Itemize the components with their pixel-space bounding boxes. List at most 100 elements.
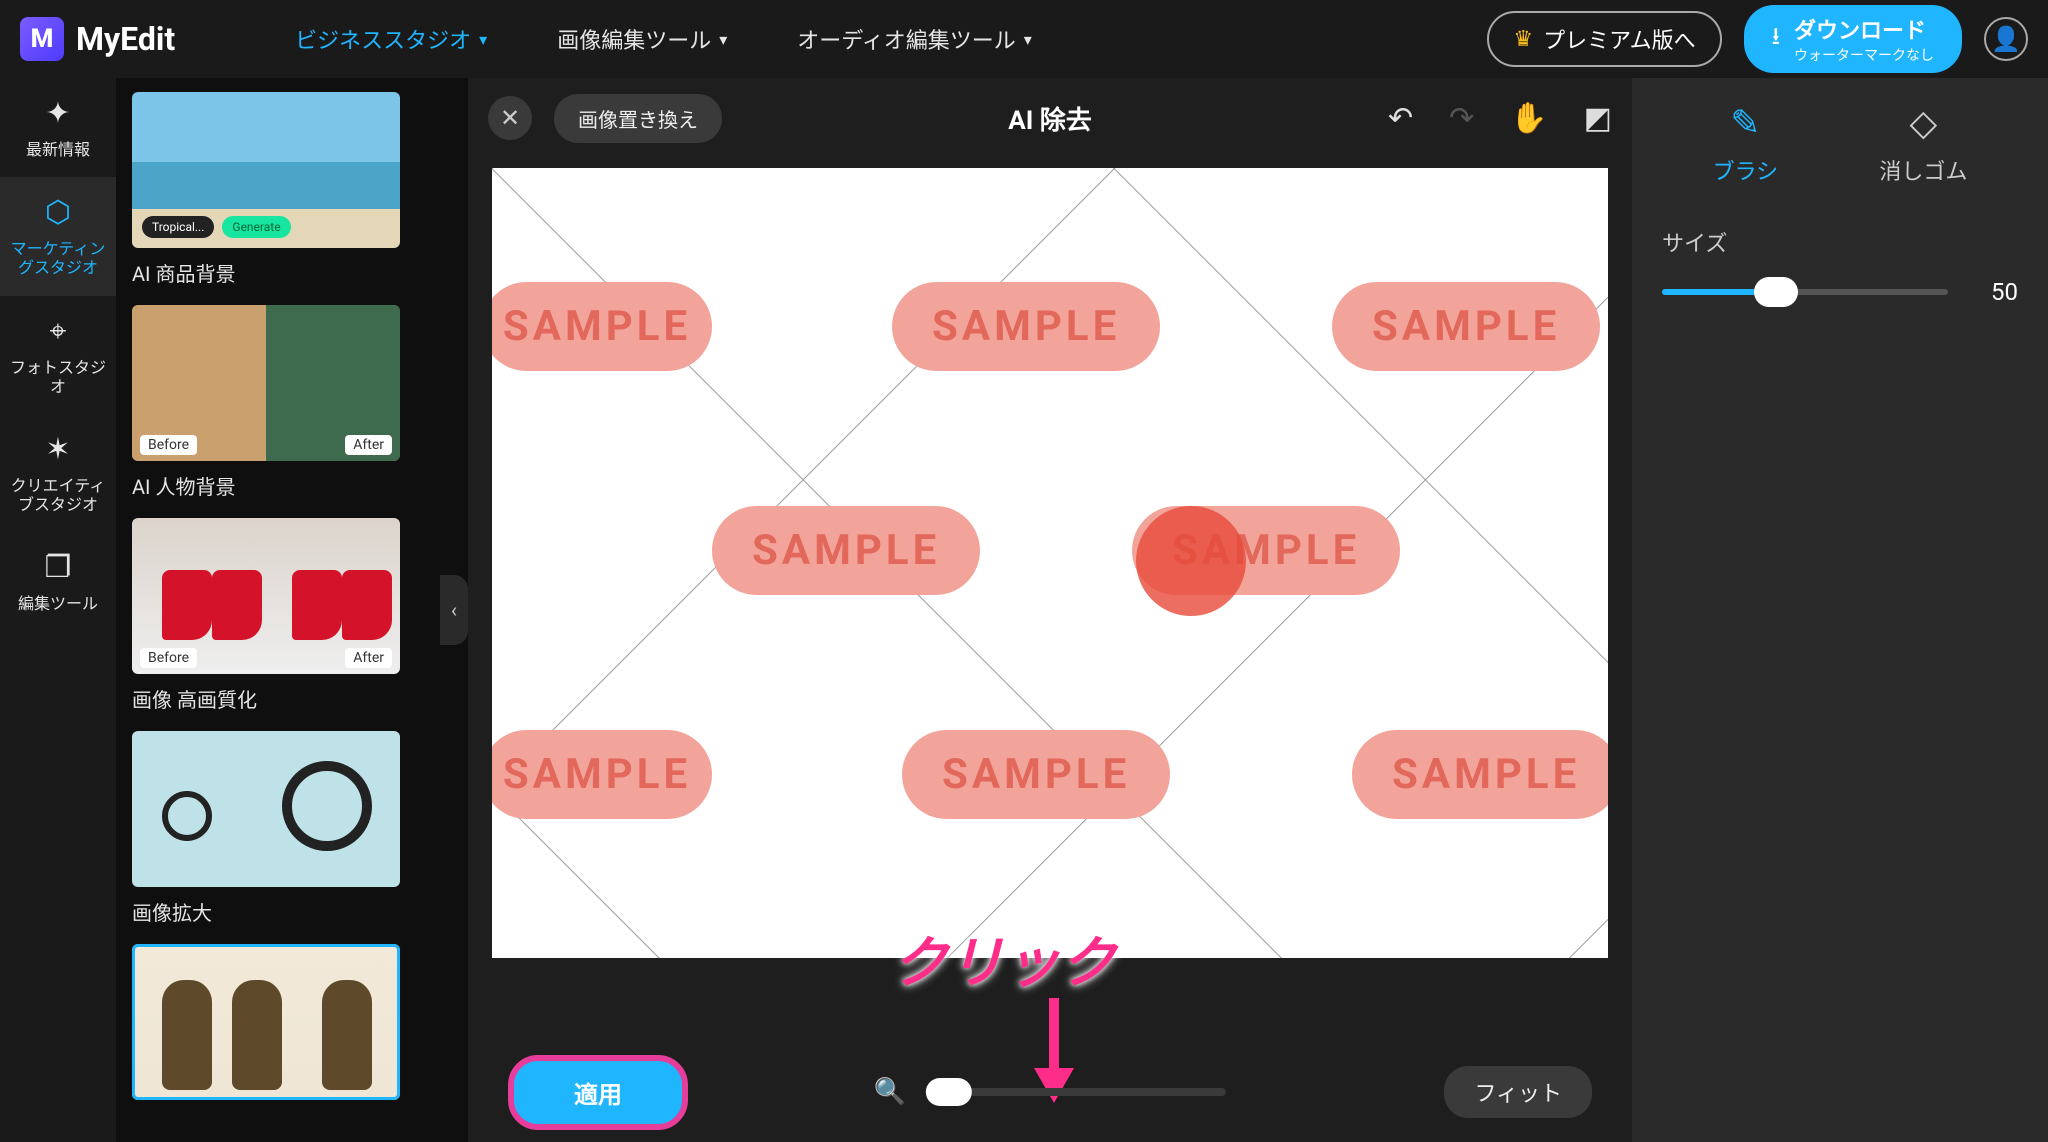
compare-button[interactable]: ◩ <box>1584 101 1612 136</box>
zoom-slider[interactable] <box>926 1088 1226 1096</box>
rail-edit-label: 編集ツール <box>18 594 98 613</box>
rail-edit-tools[interactable]: ❐ 編集ツール <box>0 532 116 631</box>
download-text: ダウンロード ウォーターマークなし <box>1794 13 1934 65</box>
zoom-controls: 🔍 <box>874 1077 1226 1107</box>
rail-creative-studio[interactable]: ✶ クリエイティブスタジオ <box>0 414 116 532</box>
body: ✦ 最新情報 ⬡ マーケティングスタジオ ⌖ フォトスタジオ ✶ クリエイティブ… <box>0 78 2048 1142</box>
brush-cursor <box>1136 506 1246 616</box>
download-button[interactable]: ⭳ ダウンロード ウォーターマークなし <box>1744 5 1962 73</box>
header: M MyEdit ビジネススタジオ ▾ 画像編集ツール ▾ オーディオ編集ツール… <box>0 0 2048 78</box>
tool-ai-remove-selected[interactable] <box>132 944 424 1100</box>
rail-news-label: 最新情報 <box>26 140 90 159</box>
premium-button[interactable]: ♛ プレミアム版へ <box>1487 11 1721 67</box>
canvas-bottom-bar: 適用 🔍 フィット <box>468 1042 1632 1142</box>
after-tag: After <box>345 435 392 455</box>
download-sub-label: ウォーターマークなし <box>1794 45 1934 65</box>
logo-mark-icon: M <box>20 17 64 61</box>
size-value: 50 <box>1978 278 2018 306</box>
brush-stroke: SAMPLE <box>712 506 980 595</box>
nav-audio-label: オーディオ編集ツール <box>797 23 1015 55</box>
image-replace-chip[interactable]: 画像置き換え <box>554 94 722 143</box>
close-button[interactable]: ✕ <box>488 96 532 140</box>
canvas[interactable]: SAMPLE SAMPLE SAMPLE SAMPLE SAMPLE SAMPL… <box>492 168 1608 958</box>
nav-image-tools[interactable]: 画像編集ツール ▾ <box>557 23 727 55</box>
rail-photo-label: フォトスタジオ <box>6 358 110 396</box>
badge-generate: Generate <box>222 216 290 238</box>
focus-icon: ⌖ <box>50 314 67 350</box>
rail-news[interactable]: ✦ 最新情報 <box>0 78 116 177</box>
brush-label: ブラシ <box>1713 154 1779 186</box>
nav-business-label: ビジネススタジオ <box>295 23 471 55</box>
sparkle-icon: ✦ <box>45 96 70 132</box>
chevron-left-icon: ‹ <box>451 598 457 622</box>
before-tag: Before <box>140 648 197 668</box>
download-icon: ⭳ <box>1772 19 1780 60</box>
eraser-mode[interactable]: ◇ 消しゴム <box>1879 102 1967 186</box>
chevron-down-icon: ▾ <box>479 30 487 49</box>
user-avatar[interactable]: 👤 <box>1984 17 2028 61</box>
eraser-icon: ◇ <box>1910 102 1938 144</box>
brush-stroke: SAMPLE <box>892 282 1160 371</box>
brush-stroke: SAMPLE <box>492 730 712 819</box>
size-slider-thumb[interactable] <box>1754 277 1798 307</box>
crown-icon: ♛ <box>1513 27 1533 52</box>
brush-mode[interactable]: ✎ ブラシ <box>1713 102 1779 186</box>
apply-button[interactable]: 適用 <box>508 1055 688 1130</box>
thumb-image: Before After <box>132 305 400 461</box>
close-icon: ✕ <box>500 104 520 132</box>
header-right: ♛ プレミアム版へ ⭳ ダウンロード ウォーターマークなし 👤 <box>1487 5 2028 73</box>
size-slider[interactable] <box>1662 289 1948 295</box>
tool-image-upscale[interactable]: Before After 画像 高画質化 <box>132 518 424 713</box>
top-nav: ビジネススタジオ ▾ 画像編集ツール ▾ オーディオ編集ツール ▾ <box>295 23 1032 55</box>
tool-image-expand[interactable]: 画像拡大 <box>132 731 424 926</box>
tool-ai-person-bg[interactable]: Before After AI 人物背景 <box>132 305 424 500</box>
zoom-slider-thumb[interactable] <box>926 1078 972 1106</box>
chevron-down-icon: ▾ <box>1024 30 1032 49</box>
brush-stroke: SAMPLE <box>1352 730 1608 819</box>
brush-stroke: SAMPLE <box>1332 282 1600 371</box>
thumb-label: 画像拡大 <box>132 897 424 926</box>
right-panel: ✎ ブラシ ◇ 消しゴム サイズ 50 <box>1632 78 2048 1142</box>
before-tag: Before <box>140 435 197 455</box>
user-icon: 👤 <box>1991 25 2021 53</box>
after-tag: After <box>345 648 392 668</box>
logo-text: MyEdit <box>76 20 175 58</box>
undo-button[interactable]: ↶ <box>1388 101 1413 136</box>
badge-tropical: Tropical... <box>142 216 214 238</box>
chevron-down-icon: ▾ <box>719 30 727 49</box>
nav-audio-tools[interactable]: オーディオ編集ツール ▾ <box>797 23 1032 55</box>
thumb-image: Before After <box>132 518 400 674</box>
layers-icon: ❐ <box>45 550 72 586</box>
brush-stroke: SAMPLE <box>492 282 712 371</box>
nav-business-studio[interactable]: ビジネススタジオ ▾ <box>295 23 487 55</box>
rail-photo-studio[interactable]: ⌖ フォトスタジオ <box>0 296 116 414</box>
tool-ai-product-bg[interactable]: Tropical... Generate AI 商品背景 <box>132 92 424 287</box>
fit-button[interactable]: フィット <box>1444 1066 1592 1118</box>
canvas-area: ✕ 画像置き換え AI 除去 ↶ ↷ ✋ ◩ <box>468 78 1632 1142</box>
thumb-label: 画像 高画質化 <box>132 684 424 713</box>
size-slider-row: 50 <box>1662 278 2018 306</box>
premium-label: プレミアム版へ <box>1543 23 1695 55</box>
tool-thumbnail-panel: Tropical... Generate AI 商品背景 Before Afte… <box>116 78 440 1142</box>
canvas-title: AI 除去 <box>1008 100 1092 137</box>
star-icon: ✶ <box>45 432 70 468</box>
left-rail: ✦ 最新情報 ⬡ マーケティングスタジオ ⌖ フォトスタジオ ✶ クリエイティブ… <box>0 78 116 1142</box>
thumb-image <box>132 731 400 887</box>
logo[interactable]: M MyEdit <box>20 17 175 61</box>
hand-tool-button[interactable]: ✋ <box>1510 101 1547 136</box>
nav-image-label: 画像編集ツール <box>557 23 711 55</box>
canvas-viewport[interactable]: SAMPLE SAMPLE SAMPLE SAMPLE SAMPLE SAMPL… <box>468 158 1632 1042</box>
search-icon[interactable]: 🔍 <box>874 1077 906 1107</box>
download-main-label: ダウンロード <box>1794 13 1934 45</box>
canvas-toolbar: ✕ 画像置き換え AI 除去 ↶ ↷ ✋ ◩ <box>468 78 1632 158</box>
cube-icon: ⬡ <box>45 195 71 231</box>
brush-icon: ✎ <box>1730 102 1760 144</box>
redo-button[interactable]: ↷ <box>1449 101 1474 136</box>
thumb-image: Tropical... Generate <box>132 92 400 248</box>
collapse-panel-handle[interactable]: ‹ <box>440 78 468 1142</box>
rail-marketing-studio[interactable]: ⬡ マーケティングスタジオ <box>0 177 116 295</box>
size-label: サイズ <box>1662 226 2018 258</box>
rail-marketing-label: マーケティングスタジオ <box>6 239 110 277</box>
thumb-label: AI 商品背景 <box>132 258 424 287</box>
thumb-label: AI 人物背景 <box>132 471 424 500</box>
